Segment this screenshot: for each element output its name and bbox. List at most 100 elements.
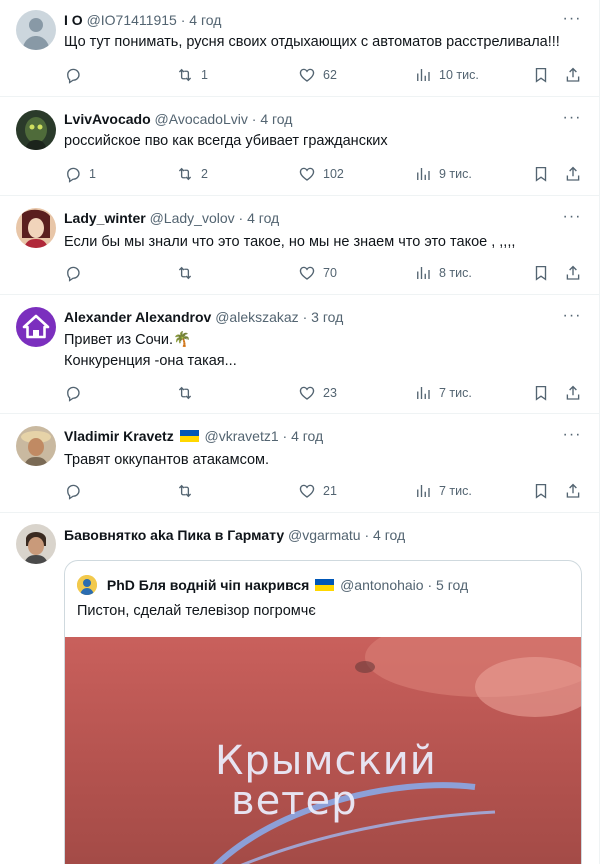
retweet-button[interactable] (176, 383, 201, 403)
reply-icon (67, 484, 80, 500)
quoted-tweet[interactable]: PhD Бля водній чіп накрився @antonohaio … (64, 560, 582, 864)
author-name[interactable]: I O (64, 12, 83, 28)
like-button[interactable]: 23 (298, 383, 337, 403)
retweet-icon (178, 386, 192, 400)
author-handle[interactable]: @vkravetz1 (205, 428, 279, 444)
views-button[interactable]: 7 тис. (414, 383, 472, 403)
avatar[interactable] (16, 10, 56, 50)
reply-tweet[interactable]: Alexander Alexandrov @alekszakaz · 3 год… (0, 295, 599, 414)
timestamp[interactable]: 4 год (189, 12, 221, 28)
share-button[interactable] (564, 65, 582, 85)
retweet-icon (178, 484, 192, 498)
share-button[interactable] (564, 164, 582, 184)
bookmark-button[interactable] (532, 481, 550, 501)
more-options-icon[interactable]: ··· (562, 427, 582, 448)
author-name[interactable]: Lady_winter (64, 210, 146, 226)
tweet-text: Привет из Сочи.🌴 Конкуренция -она такая.… (64, 330, 580, 372)
reply-tweet[interactable]: LvivAvocado @AvocadoLviv · 4 год ··· рос… (0, 97, 599, 196)
reply-button[interactable] (64, 481, 89, 501)
author-name[interactable]: LvivAvocado (64, 111, 151, 127)
share-icon (566, 265, 580, 280)
share-button[interactable] (564, 383, 582, 403)
retweet-button[interactable]: 1 (176, 65, 208, 85)
bookmark-icon (535, 483, 547, 499)
author-handle[interactable]: @AvocadoLviv (155, 111, 248, 127)
avatar[interactable] (16, 426, 56, 466)
more-options-icon[interactable]: ··· (562, 11, 582, 32)
share-button[interactable] (564, 481, 582, 501)
reply-button[interactable]: 1 (64, 164, 96, 184)
timestamp[interactable]: 4 год (291, 428, 323, 444)
reply-button[interactable] (64, 263, 89, 283)
timestamp[interactable]: 4 год (260, 111, 292, 127)
action-bar: 1 2 102 9 тис. (64, 164, 584, 184)
retweet-button[interactable] (176, 263, 201, 283)
author-handle[interactable]: @Lady_volov (150, 210, 235, 226)
bookmark-button[interactable] (532, 263, 550, 283)
reply-tweet[interactable]: Vladimir Kravetz @vkravetz1 · 4 год ··· … (0, 414, 599, 513)
timestamp[interactable]: 4 год (373, 527, 405, 543)
ukraine-flag-icon (179, 430, 199, 442)
more-options-icon[interactable]: ··· (562, 209, 582, 230)
like-count: 102 (323, 167, 344, 181)
bookmark-button[interactable] (532, 164, 550, 184)
author-handle[interactable]: @vgarmatu (288, 527, 361, 543)
reply-tweet[interactable]: Lady_winter @Lady_volov · 4 год ··· Если… (0, 196, 599, 295)
quoted-author-name[interactable]: PhD Бля водній чіп накрився (107, 577, 309, 593)
timestamp[interactable]: 4 год (247, 210, 279, 226)
bookmark-button[interactable] (532, 65, 550, 85)
like-button[interactable]: 62 (298, 65, 337, 85)
like-button[interactable]: 70 (298, 263, 337, 283)
retweet-button[interactable] (176, 481, 201, 501)
views-button[interactable]: 10 тис. (414, 65, 479, 85)
timestamp[interactable]: 3 год (311, 309, 343, 325)
share-button[interactable] (564, 263, 582, 283)
bookmark-button[interactable] (532, 383, 550, 403)
bookmark-icon (535, 385, 547, 401)
avatar[interactable] (16, 110, 56, 150)
media-logo-line2: ветер (231, 778, 358, 824)
retweet-button[interactable]: 2 (176, 164, 208, 184)
reply-button[interactable] (64, 65, 89, 85)
heart-icon (299, 167, 315, 181)
separator-dot: · (180, 12, 186, 28)
views-count: 7 тис. (439, 386, 472, 400)
tweet-header: Lady_winter @Lady_volov · 4 год (64, 208, 556, 228)
reply-tweet[interactable]: I O @IO71411915 · 4 год ··· Що тут поним… (0, 0, 599, 97)
like-button[interactable]: 102 (298, 164, 344, 184)
action-bar: 21 7 тис. (64, 481, 584, 501)
more-options-icon[interactable]: ··· (562, 110, 582, 131)
like-button[interactable]: 21 (298, 481, 337, 501)
quoted-video[interactable]: Крымский ветер (65, 637, 581, 864)
quoted-author-handle[interactable]: @antonohaio (340, 577, 424, 593)
author-handle[interactable]: @alekszakaz (215, 309, 298, 325)
tweet-text: российское пво как всегда убивает гражда… (64, 131, 580, 152)
author-name[interactable]: Vladimir Kravetz (64, 428, 174, 444)
bookmark-icon (535, 67, 547, 83)
author-handle[interactable]: @IO71411915 (87, 12, 177, 28)
quoted-timestamp[interactable]: 5 год (436, 577, 468, 593)
action-bar: 23 7 тис. (64, 383, 584, 403)
views-button[interactable]: 8 тис. (414, 263, 472, 283)
avatar[interactable] (16, 307, 56, 347)
views-button[interactable]: 7 тис. (414, 481, 472, 501)
avatar[interactable] (16, 208, 56, 248)
tweet-header: Vladimir Kravetz @vkravetz1 · 4 год (64, 426, 556, 446)
share-icon (566, 483, 580, 498)
reply-button[interactable] (64, 383, 89, 403)
separator-dot: · (238, 210, 244, 226)
avatar[interactable] (16, 524, 56, 564)
more-options-icon[interactable]: ··· (562, 308, 582, 329)
like-count: 70 (323, 266, 337, 280)
bookmark-icon (535, 265, 547, 281)
views-button[interactable]: 9 тис. (414, 164, 472, 184)
tweet-header: Бавовнятко aka Пика в Гармату @vgarmatu … (64, 525, 580, 545)
author-name[interactable]: Alexander Alexandrov (64, 309, 211, 325)
like-count: 21 (323, 484, 337, 498)
tweet-text-line: Конкуренция -она такая... (64, 353, 237, 369)
analytics-icon (417, 168, 430, 180)
reply-icon (67, 266, 80, 282)
analytics-icon (417, 267, 430, 279)
author-name[interactable]: Бавовнятко aka Пика в Гармату (64, 527, 284, 543)
quoted-avatar[interactable] (77, 575, 97, 595)
